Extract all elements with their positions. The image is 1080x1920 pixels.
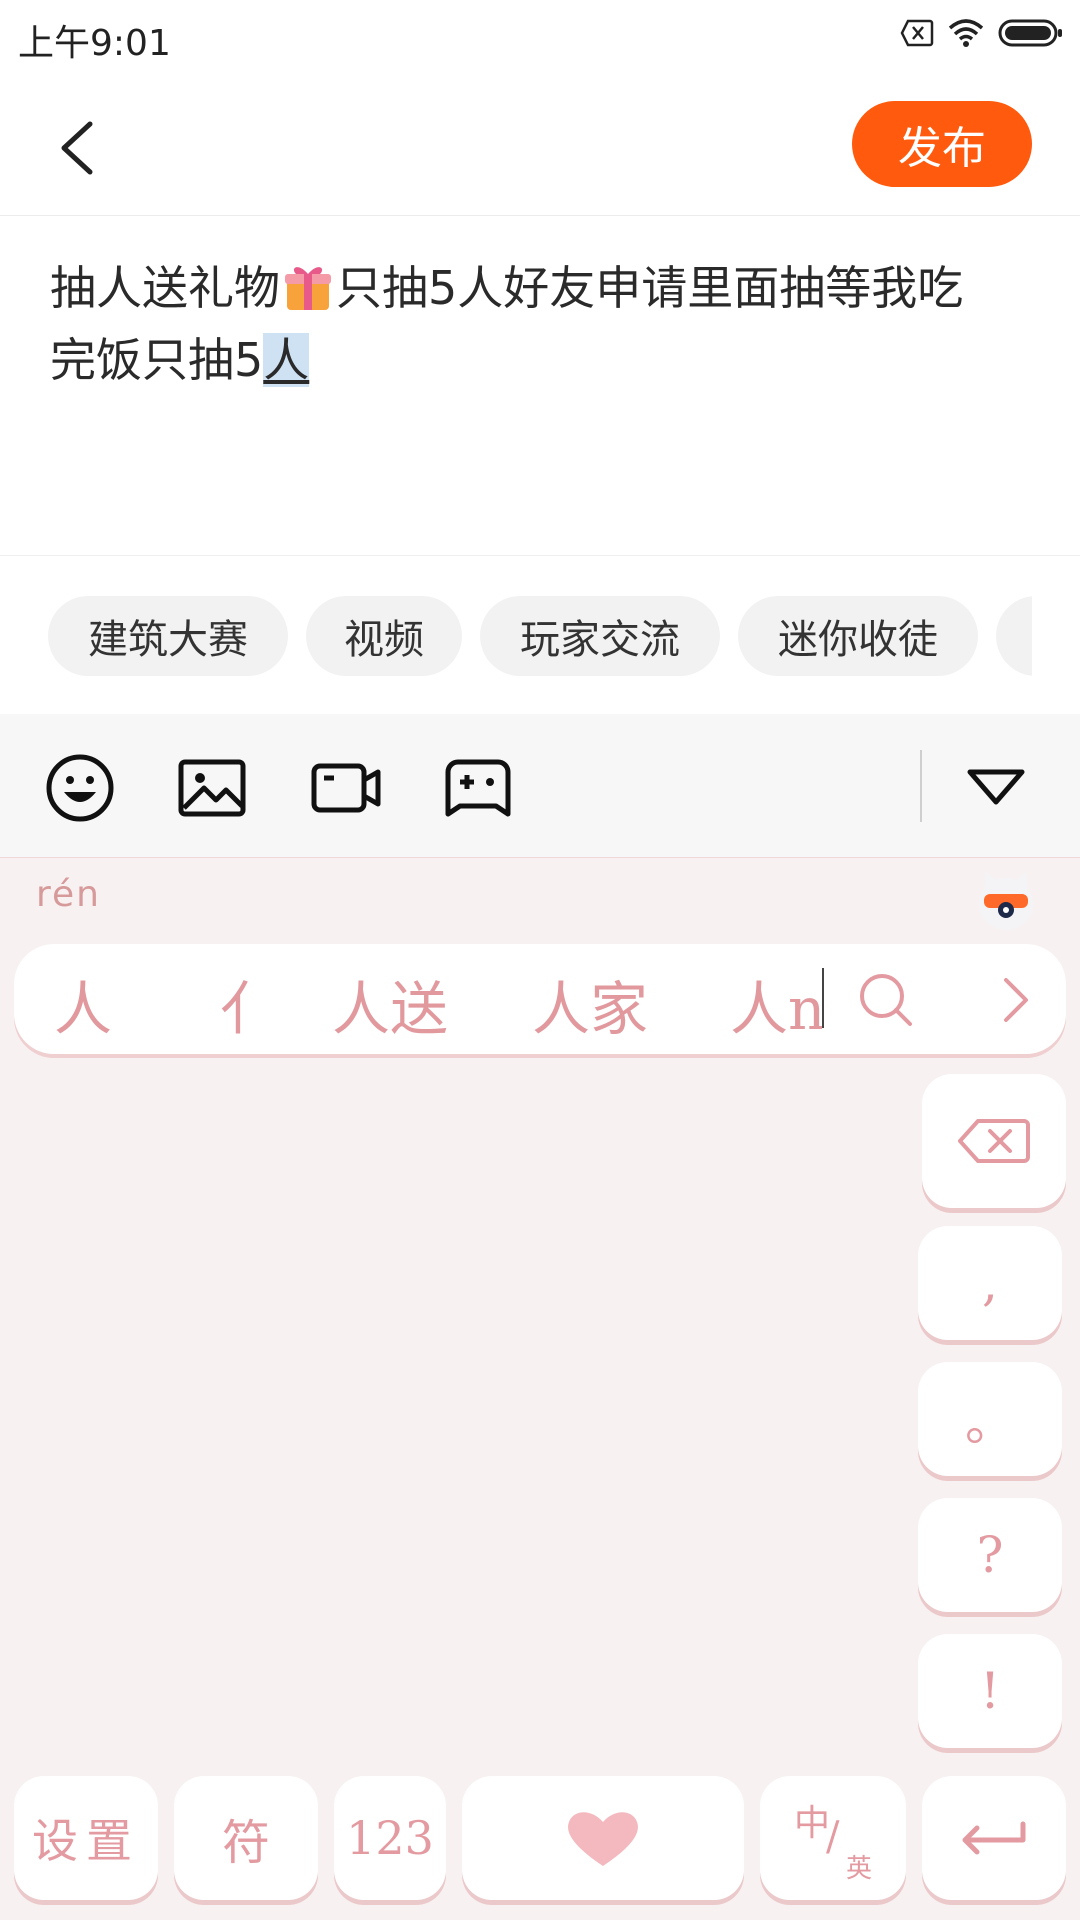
enter-key[interactable] <box>922 1776 1066 1900</box>
tag-chip[interactable]: 视频 <box>306 596 462 676</box>
back-arrow-icon <box>61 121 93 175</box>
status-time: 上午9:01 <box>18 23 171 64</box>
lang-zh-label: 中 <box>794 1803 831 1844</box>
composing-text: 人 <box>263 333 310 387</box>
backspace-icon <box>958 1119 1030 1163</box>
status-icons <box>900 18 1064 48</box>
candidate-cursor <box>822 968 824 1028</box>
status-bar: 上午9:01 <box>0 0 1080 76</box>
backspace-key[interactable] <box>922 1074 1066 1208</box>
candidate-item[interactable]: 人n <box>730 962 822 1046</box>
emoji-icon[interactable] <box>44 752 116 824</box>
post-text-part: 只抽5人好友申请里面抽等我吃 <box>336 261 964 315</box>
pinyin-composition: rén <box>36 874 101 915</box>
image-icon[interactable] <box>176 752 248 824</box>
back-button[interactable] <box>44 112 108 184</box>
post-text-part: 完饭只抽5 <box>50 333 264 387</box>
topic-tags: 建筑大赛 视频 玩家交流 迷你收徒 <box>0 556 1080 714</box>
exclaim-key[interactable]: ! <box>918 1634 1062 1748</box>
settings-key[interactable]: 设置 <box>14 1776 158 1900</box>
chevron-right-icon[interactable] <box>986 970 1046 1030</box>
period-key[interactable]: 。 <box>918 1362 1062 1476</box>
gift-emoji-icon <box>285 267 331 310</box>
symbols-key[interactable]: 符 <box>174 1776 318 1900</box>
ime-keyboard: rén 人 亻 人送 人家 人n , 。 ? ! 设置 符 123 中 / 英 <box>0 858 1080 1920</box>
lang-en-label: 英 <box>846 1854 873 1884</box>
lang-switch-key[interactable]: 中 / 英 <box>760 1776 906 1900</box>
collapse-icon[interactable] <box>960 752 1032 824</box>
post-text[interactable]: 抽人送礼物 只抽5人好友申请里面抽等我吃 完饭只抽5人 <box>50 252 1030 396</box>
tag-chip[interactable]: 迷你收徒 <box>738 596 978 676</box>
lang-slash: / <box>826 1814 840 1860</box>
candidate-item[interactable]: 亻 <box>220 962 278 1046</box>
heart-icon <box>568 1812 638 1866</box>
video-icon[interactable] <box>310 752 382 824</box>
candidate-item[interactable]: 人家 <box>532 962 648 1046</box>
post-text-part: 抽人送礼物 <box>50 261 280 315</box>
comma-key[interactable]: , <box>918 1226 1062 1340</box>
publish-button[interactable]: 发布 <box>852 101 1032 187</box>
search-icon[interactable] <box>856 970 916 1030</box>
enter-icon <box>962 1821 1026 1855</box>
question-key[interactable]: ? <box>918 1498 1062 1612</box>
tags-edge-mask <box>1032 556 1080 714</box>
tag-chip[interactable]: 玩家交流 <box>480 596 720 676</box>
numbers-key[interactable]: 123 <box>334 1776 446 1900</box>
compose-toolbar <box>0 714 1080 858</box>
no-sim-icon <box>900 19 934 47</box>
battery-icon <box>998 19 1062 47</box>
candidate-item[interactable]: 人 <box>54 962 112 1046</box>
toolbar-divider <box>920 750 922 822</box>
tag-chip[interactable]: 建筑大赛 <box>48 596 288 676</box>
wifi-icon <box>948 19 984 47</box>
gamepad-icon[interactable] <box>442 752 514 824</box>
space-key[interactable] <box>462 1776 744 1900</box>
post-editor[interactable]: 抽人送礼物 只抽5人好友申请里面抽等我吃 完饭只抽5人 <box>0 216 1080 556</box>
candidate-bar: 人 亻 人送 人家 人n <box>14 944 1066 1054</box>
mascot-icon[interactable] <box>976 866 1036 932</box>
nav-bar: 发布 <box>0 76 1080 216</box>
candidate-item[interactable]: 人送 <box>332 962 448 1046</box>
